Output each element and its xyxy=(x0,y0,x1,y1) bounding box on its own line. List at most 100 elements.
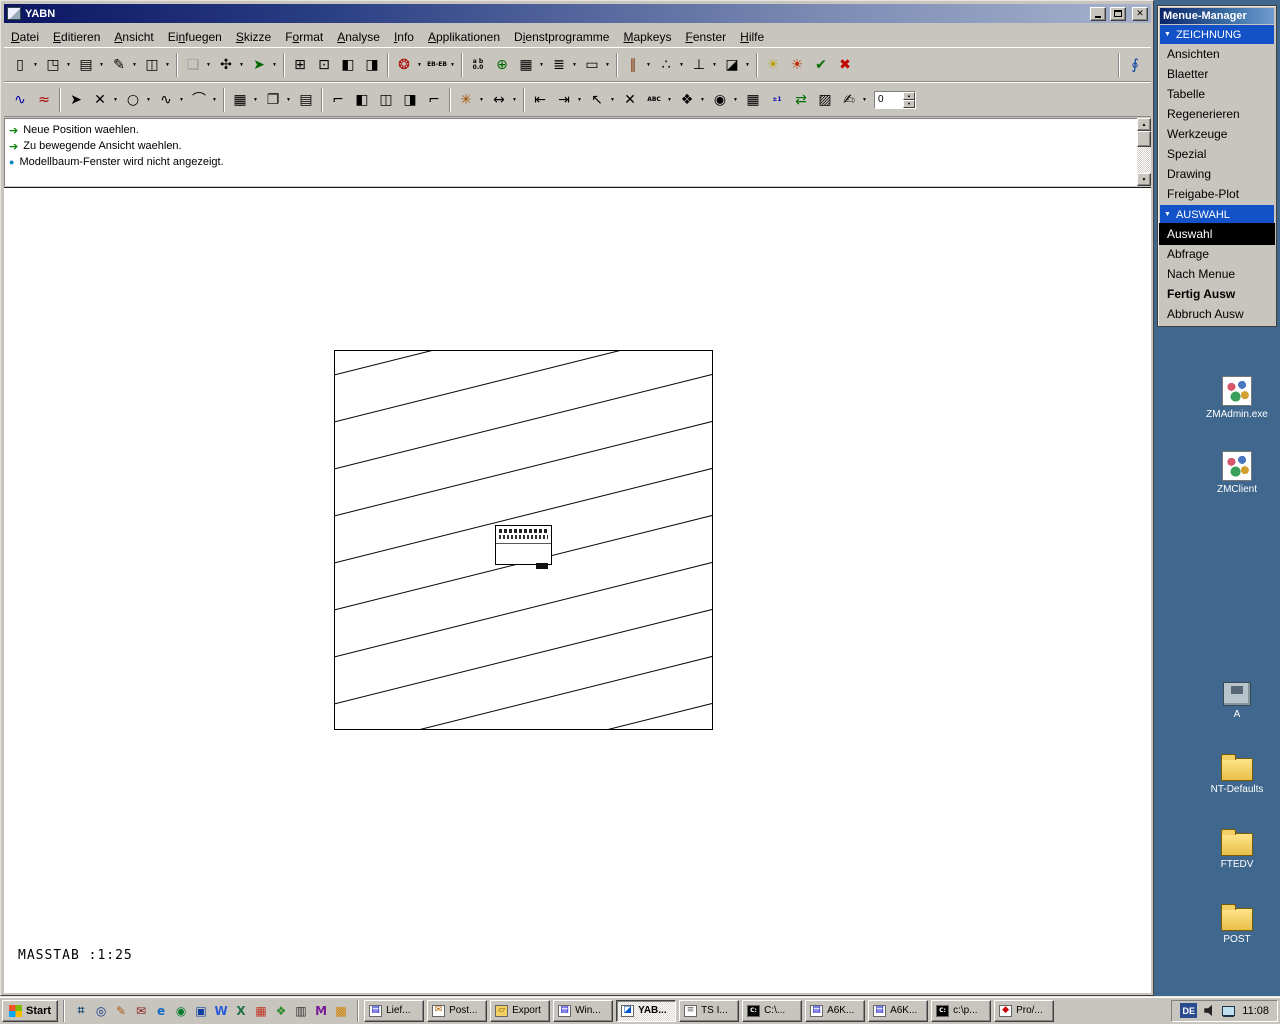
dropdown-arrow-icon[interactable]: ▼ xyxy=(731,89,740,111)
task-lief[interactable]: ▤ Lief... xyxy=(364,999,425,1022)
dropdown-arrow-icon[interactable]: ▼ xyxy=(698,89,707,111)
dropdown-arrow-icon[interactable]: ▼ xyxy=(743,54,752,76)
modify-button[interactable]: ✎ ▼ xyxy=(108,52,139,78)
dropdown-arrow-icon[interactable]: ▼ xyxy=(677,54,686,76)
menu-einfuegen[interactable]: Einfuegen xyxy=(161,28,229,46)
task-c-p[interactable]: C: c:\p... xyxy=(931,999,992,1022)
dropdown-arrow-icon[interactable]: ▼ xyxy=(204,54,213,76)
fill-table-button[interactable]: ▤ xyxy=(295,87,317,113)
dropdown-arrow-icon[interactable]: ▼ xyxy=(448,54,457,76)
dropdown-arrow-icon[interactable]: ▼ xyxy=(860,89,869,111)
dropdown-arrow-icon[interactable]: ▼ xyxy=(31,54,40,76)
task-ts-i[interactable]: ≡ TS I... xyxy=(679,999,740,1022)
erase-button[interactable]: ✕ ▼ xyxy=(89,87,120,113)
monitor-icon[interactable]: ▣ xyxy=(192,1002,210,1020)
dropdown-arrow-icon[interactable]: ▼ xyxy=(284,89,293,111)
attach-paperclip-button[interactable]: ∮ xyxy=(1124,52,1146,78)
menu-skizze[interactable]: Skizze xyxy=(229,28,278,46)
hatch-button[interactable]: ▨ xyxy=(814,87,836,113)
snap-line-button[interactable]: ✳ ▼ xyxy=(455,87,486,113)
dropdown-arrow-icon[interactable]: ▼ xyxy=(665,89,674,111)
desktop-icon-post[interactable]: POST xyxy=(1196,902,1278,946)
component-button[interactable]: ❑ ▼ xyxy=(182,52,213,78)
show-desktop-icon[interactable]: ⌗ xyxy=(72,1002,90,1020)
table-cells-button[interactable]: ▦ xyxy=(742,87,764,113)
maximize-button[interactable] xyxy=(1110,6,1126,21)
sheet-split-button[interactable]: ◧ xyxy=(337,52,359,78)
menu-mapkeys[interactable]: Mapkeys xyxy=(616,28,678,46)
sheet-shift-both-button[interactable]: ◫ xyxy=(375,87,397,113)
arc-tool-button[interactable]: ⌒ ▼ xyxy=(188,87,219,113)
circle-tool-button[interactable]: ○ ▼ xyxy=(122,87,153,113)
tolerance-button[interactable]: ±1 xyxy=(766,87,788,113)
render-light-button[interactable]: ☀ xyxy=(786,52,808,78)
scroll-thumb[interactable] xyxy=(1137,131,1151,147)
green-app-icon[interactable]: ❖ xyxy=(272,1002,290,1020)
dropdown-arrow-icon[interactable]: ▼ xyxy=(603,54,612,76)
menu-datei[interactable]: Datei xyxy=(4,28,46,46)
globe-button[interactable]: ⊕ xyxy=(491,52,513,78)
text-note-button[interactable]: ABC ▼ xyxy=(643,87,674,113)
task-post[interactable]: ✉ Post... xyxy=(427,999,488,1022)
menu-info[interactable]: Info xyxy=(387,28,421,46)
sheet-pane-button[interactable]: ◨ xyxy=(361,52,383,78)
language-indicator[interactable]: DE xyxy=(1180,1003,1198,1018)
palette-app-icon[interactable]: ▩ xyxy=(332,1002,350,1020)
sheet-shift-left-button[interactable]: ◧ xyxy=(351,87,373,113)
terminal-icon[interactable]: ▥ xyxy=(292,1002,310,1020)
title-bar[interactable]: YABN ✕ xyxy=(4,4,1151,23)
internet-explorer-icon[interactable]: e xyxy=(152,1002,170,1020)
datum-planes-button[interactable]: ◪ ▼ xyxy=(721,52,752,78)
spline-tool-button[interactable]: ∿ ▼ xyxy=(155,87,186,113)
remove-button[interactable]: ✕ xyxy=(619,87,641,113)
select-arrow-button[interactable]: ➤ xyxy=(65,87,87,113)
dropdown-arrow-icon[interactable]: ▼ xyxy=(710,54,719,76)
close-button[interactable]: ✕ xyxy=(1132,6,1148,21)
decimal-digits-button[interactable]: a b 0.0 xyxy=(467,52,489,78)
task-win[interactable]: ▤ Win... xyxy=(553,999,614,1022)
dropdown-arrow-icon[interactable]: ▼ xyxy=(570,54,579,76)
balloon-button[interactable]: ◉ ▼ xyxy=(709,87,740,113)
dropdown-arrow-icon[interactable]: ▼ xyxy=(415,54,424,76)
datum-points-button[interactable]: ∴ ▼ xyxy=(655,52,686,78)
annotate-button[interactable]: ✍ ▼ xyxy=(838,87,869,113)
dropdown-arrow-icon[interactable]: ▼ xyxy=(144,89,153,111)
update-swap-button[interactable]: ⇄ xyxy=(790,87,812,113)
layer-grid-button[interactable]: ▦ ▼ xyxy=(515,52,546,78)
menu-hilfe[interactable]: Hilfe xyxy=(733,28,771,46)
confirm-button[interactable]: ✔ xyxy=(810,52,832,78)
task-a6k[interactable]: ▤ A6K... xyxy=(868,999,929,1022)
dropdown-arrow-icon[interactable]: ▼ xyxy=(270,54,279,76)
datum-csys-button[interactable]: ⊥ ▼ xyxy=(688,52,719,78)
search-icon[interactable]: ◎ xyxy=(92,1002,110,1020)
menu-editieren[interactable]: Editieren xyxy=(46,28,107,46)
grid-button[interactable]: ▦ ▼ xyxy=(229,87,260,113)
save-button[interactable]: ◫ ▼ xyxy=(141,52,172,78)
verify-deviation-button[interactable]: ≈ xyxy=(33,87,55,113)
volume-icon[interactable] xyxy=(1204,1005,1212,1016)
dropdown-arrow-icon[interactable]: ▼ xyxy=(251,89,260,111)
grid-app-icon[interactable]: ▦ xyxy=(252,1002,270,1020)
abort-button[interactable]: ✖ xyxy=(834,52,856,78)
sheet-window-button[interactable]: ⊞ xyxy=(289,52,311,78)
task-c[interactable]: C: C:\... xyxy=(742,999,803,1022)
regenerate-run-button[interactable]: ➤ ▼ xyxy=(248,52,279,78)
dropdown-arrow-icon[interactable]: ▼ xyxy=(163,54,172,76)
task-a6k[interactable]: ▤ A6K... xyxy=(805,999,866,1022)
move-left-button[interactable]: ⇤ xyxy=(529,87,551,113)
layers-button[interactable]: ≣ ▼ xyxy=(548,52,579,78)
print-button[interactable]: ▤ ▼ xyxy=(75,52,106,78)
scale-spinner[interactable]: 0 ▲ ▼ xyxy=(874,90,916,109)
copy-button[interactable]: ❐ ▼ xyxy=(262,87,293,113)
dropdown-arrow-icon[interactable]: ▼ xyxy=(644,54,653,76)
dropdown-arrow-icon[interactable]: ▼ xyxy=(477,89,486,111)
view-title-block[interactable] xyxy=(495,525,552,569)
display-window-button[interactable]: ▭ ▼ xyxy=(581,52,612,78)
desktop-icon-zmadmin-exe[interactable]: ZMAdmin.exe xyxy=(1196,376,1278,421)
display-tray-icon[interactable] xyxy=(1222,1005,1236,1016)
task-yab[interactable]: ◪ YAB... xyxy=(616,999,677,1022)
dropdown-arrow-icon[interactable]: ▼ xyxy=(575,89,584,111)
message-scrollbar[interactable]: ▲ ▼ xyxy=(1137,118,1151,186)
color-wheel-button[interactable]: ❂ ▼ xyxy=(393,52,424,78)
notes-icon[interactable]: ✎ xyxy=(112,1002,130,1020)
